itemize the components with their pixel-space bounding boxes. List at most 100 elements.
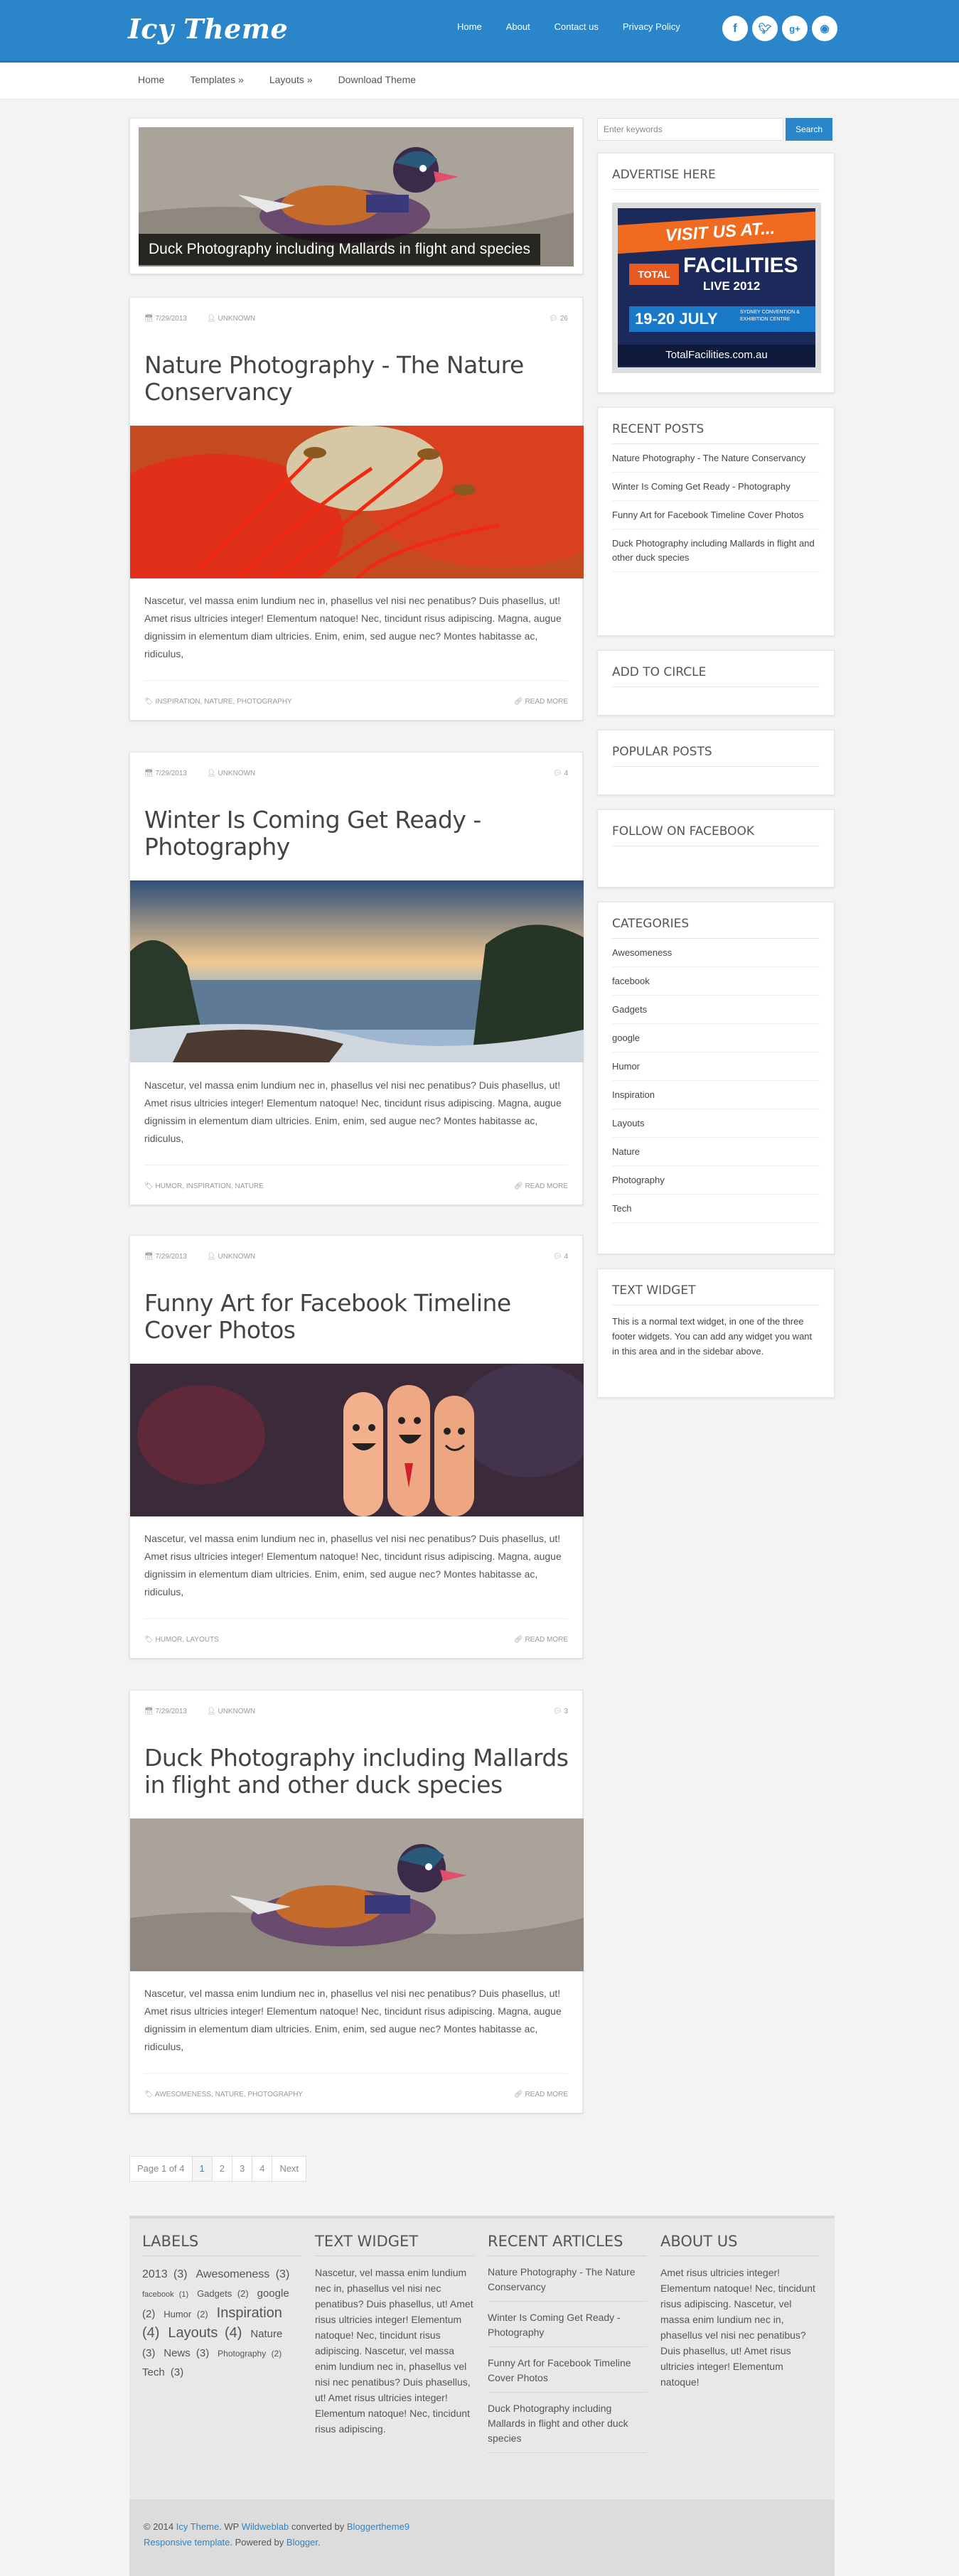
post-title[interactable]: Funny Art for Facebook Timeline Cover Ph…: [144, 1290, 569, 1344]
post-tags[interactable]: 🏷︎ AWESOMENESS, NATURE, PHOTOGRAPHY: [144, 2091, 303, 2098]
recent-article-link[interactable]: Funny Art for Facebook Timeline Cover Ph…: [488, 2347, 647, 2393]
comment-count[interactable]: 💬︎ 4: [553, 770, 568, 777]
read-more-link[interactable]: 🔗︎ READ MORE: [514, 698, 568, 706]
wildweblab-link[interactable]: Wildweblab: [242, 2521, 289, 2532]
comment-count[interactable]: 💬︎ 4: [553, 1253, 568, 1261]
label-link[interactable]: facebook (1): [142, 2290, 191, 2299]
category-link[interactable]: Layouts: [612, 1109, 820, 1138]
nav-privacy-link[interactable]: Privacy Policy: [623, 21, 680, 32]
category-link[interactable]: Humor: [612, 1052, 820, 1081]
recent-post-link[interactable]: Duck Photography including Mallards in f…: [612, 529, 820, 572]
category-link[interactable]: Gadgets: [612, 996, 820, 1024]
label-link[interactable]: Humor (2): [164, 2309, 211, 2319]
post-tags[interactable]: 🏷︎ HUMOR, INSPIRATION, NATURE: [144, 1182, 264, 1190]
category-link[interactable]: Awesomeness: [612, 939, 820, 967]
nav-about-link[interactable]: About: [506, 21, 530, 32]
menu-download-theme[interactable]: Download Theme: [338, 74, 416, 85]
menu-home[interactable]: Home: [138, 74, 164, 85]
page-3-link[interactable]: 3: [231, 2156, 253, 2182]
menu-templates[interactable]: Templates »: [190, 74, 243, 85]
post-tags[interactable]: 🏷︎ INSPIRATION, NATURE, PHOTOGRAPHY: [144, 698, 292, 706]
label-name[interactable]: Inspiration: [217, 2305, 282, 2321]
recent-post-link[interactable]: Winter Is Coming Get Ready - Photography: [612, 473, 820, 501]
label-link[interactable]: Gadgets (2): [197, 2288, 252, 2299]
site-logo[interactable]: Icy Theme: [128, 13, 288, 45]
nav-contact-link[interactable]: Contact us: [554, 21, 599, 32]
post-title[interactable]: Winter Is Coming Get Ready - Photography: [144, 807, 569, 861]
twitter-icon[interactable]: 🐦︎: [752, 16, 778, 41]
recent-article-link[interactable]: Winter Is Coming Get Ready - Photography: [488, 2302, 647, 2347]
label-name[interactable]: Humor: [164, 2309, 191, 2319]
bloggertheme9-link[interactable]: Bloggertheme9: [347, 2521, 409, 2532]
ad-banner[interactable]: VISIT US AT... TOTAL FACILITIES LIVE 201…: [612, 203, 821, 373]
tags-text[interactable]: HUMOR, INSPIRATION, NATURE: [155, 1182, 263, 1190]
read-more-link[interactable]: 🔗︎ READ MORE: [514, 2091, 568, 2098]
label-name[interactable]: Awesomeness: [196, 2268, 270, 2280]
tags-text[interactable]: HUMOR, LAYOUTS: [155, 1636, 218, 1644]
page-4-link[interactable]: 4: [252, 2156, 273, 2182]
search-button[interactable]: Search: [786, 118, 832, 141]
label-link[interactable]: News (3): [164, 2347, 212, 2359]
post-author[interactable]: 👤︎ UNKNOWN: [207, 1708, 255, 1715]
recent-post-link[interactable]: Funny Art for Facebook Timeline Cover Ph…: [612, 501, 820, 529]
label-link[interactable]: 2013 (3): [142, 2268, 191, 2280]
read-more-link[interactable]: 🔗︎ READ MORE: [514, 1182, 568, 1190]
post-title[interactable]: Nature Photography - The Nature Conserva…: [144, 352, 569, 406]
category-link[interactable]: google: [612, 1024, 820, 1052]
menu-layouts[interactable]: Layouts »: [269, 74, 313, 85]
label-name[interactable]: Photography: [218, 2349, 266, 2359]
label-name[interactable]: google: [257, 2287, 289, 2300]
post-image[interactable]: [130, 1364, 584, 1516]
label-name[interactable]: 2013: [142, 2268, 168, 2280]
label-name[interactable]: Layouts: [168, 2325, 218, 2341]
nav-home-link[interactable]: Home: [457, 21, 482, 32]
post-image[interactable]: [130, 880, 584, 1062]
post-image[interactable]: [130, 1818, 584, 1971]
post-author[interactable]: 👤︎ UNKNOWN: [207, 770, 255, 777]
label-name[interactable]: Gadgets: [197, 2288, 232, 2299]
label-name[interactable]: Tech: [142, 2366, 165, 2378]
page-2-link[interactable]: 2: [211, 2156, 232, 2182]
featured-caption[interactable]: Duck Photography including Mallards in f…: [139, 234, 540, 265]
featured-slider[interactable]: Duck Photography including Mallards in f…: [129, 118, 583, 274]
comment-count[interactable]: 💬︎ 26: [549, 315, 568, 323]
read-more-link[interactable]: 🔗︎ READ MORE: [514, 1636, 568, 1644]
post-image[interactable]: [130, 426, 584, 578]
rss-icon[interactable]: ◉: [812, 16, 837, 41]
search-input[interactable]: Enter keywords: [597, 118, 783, 141]
tags-text[interactable]: INSPIRATION, NATURE, PHOTOGRAPHY: [155, 698, 291, 706]
featured-image[interactable]: Duck Photography including Mallards in f…: [139, 127, 574, 266]
label-name[interactable]: Nature: [250, 2328, 282, 2340]
page-1-link[interactable]: 1: [191, 2156, 213, 2182]
read-more-text[interactable]: READ MORE: [525, 1182, 568, 1190]
recent-article-link[interactable]: Duck Photography including Mallards in f…: [488, 2393, 647, 2453]
site-link[interactable]: Icy Theme: [176, 2521, 219, 2532]
read-more-text[interactable]: READ MORE: [525, 2091, 568, 2098]
category-link[interactable]: Tech: [612, 1195, 820, 1223]
post-author[interactable]: 👤︎ UNKNOWN: [207, 1253, 255, 1261]
recent-article-link[interactable]: Nature Photography - The Nature Conserva…: [488, 2256, 647, 2302]
google-plus-icon[interactable]: g+: [782, 16, 808, 41]
next-page-link[interactable]: Next: [272, 2156, 307, 2182]
post-title[interactable]: Duck Photography including Mallards in f…: [144, 1745, 569, 1799]
tags-text[interactable]: AWESOMENESS, NATURE, PHOTOGRAPHY: [155, 2091, 303, 2098]
category-link[interactable]: facebook: [612, 967, 820, 996]
post-tags[interactable]: 🏷︎ HUMOR, LAYOUTS: [144, 1636, 219, 1644]
facebook-icon[interactable]: f: [722, 16, 748, 41]
post-author[interactable]: 👤︎ UNKNOWN: [207, 315, 255, 323]
read-more-text[interactable]: READ MORE: [525, 1636, 568, 1644]
category-link[interactable]: Nature: [612, 1138, 820, 1166]
responsive-template-link[interactable]: Responsive template: [144, 2537, 230, 2548]
label-link[interactable]: Photography (2): [218, 2349, 284, 2359]
comment-count[interactable]: 💬︎ 3: [553, 1708, 568, 1715]
blogger-link[interactable]: Blogger: [286, 2537, 318, 2548]
label-name[interactable]: facebook: [142, 2290, 174, 2299]
recent-post-link[interactable]: Nature Photography - The Nature Conserva…: [612, 444, 820, 473]
category-link[interactable]: Photography: [612, 1166, 820, 1195]
read-more-text[interactable]: READ MORE: [525, 698, 568, 706]
label-link[interactable]: Tech (3): [142, 2366, 186, 2378]
label-link[interactable]: Awesomeness (3): [196, 2268, 293, 2280]
label-name[interactable]: News: [164, 2347, 191, 2359]
label-link[interactable]: Layouts (4): [168, 2325, 245, 2341]
category-link[interactable]: Inspiration: [612, 1081, 820, 1109]
